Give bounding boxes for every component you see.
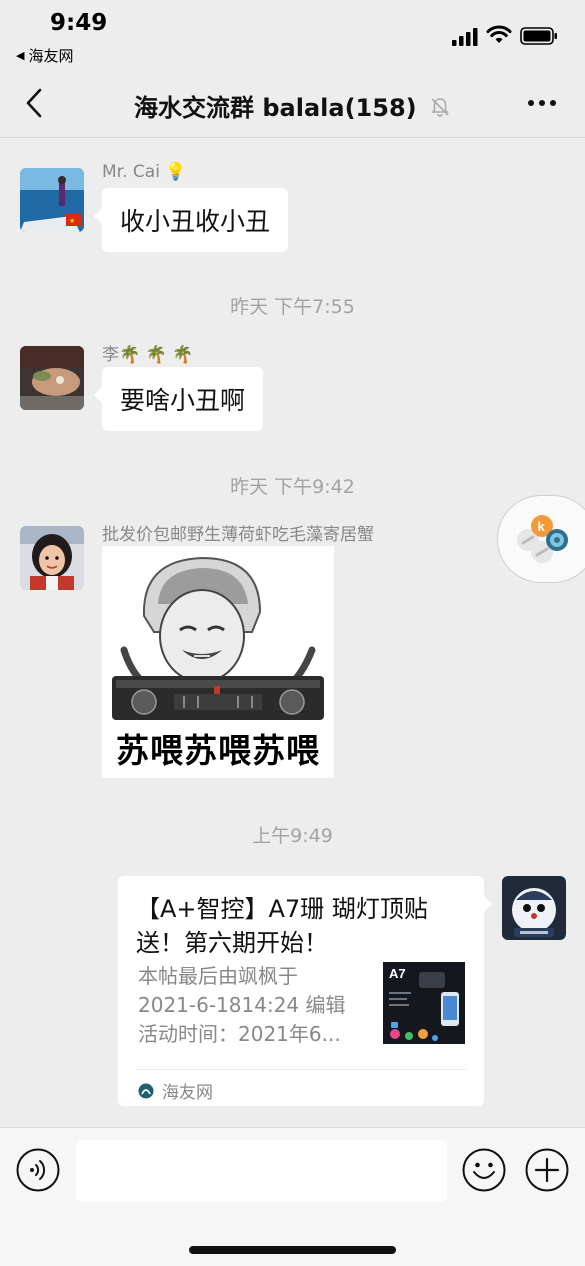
chat-title: 海水交流群 balala(158) xyxy=(134,94,417,122)
sender-name: 批发价包邮野生薄荷虾吃毛藻寄居蟹 xyxy=(102,525,374,545)
avatar-cartoon-image xyxy=(502,876,566,940)
back-triangle-icon: ◀ xyxy=(16,49,25,62)
card-source: 海友网 xyxy=(138,1078,213,1103)
emoji-icon[interactable] xyxy=(462,1148,506,1192)
chat-header: 海水交流群 balala(158) xyxy=(0,68,585,138)
svg-text:k: k xyxy=(538,519,546,534)
status-bar: 9:49 ◀ 海友网 xyxy=(0,0,585,68)
chat-input-bar xyxy=(0,1127,585,1266)
voice-icon[interactable] xyxy=(16,1148,60,1192)
card-thumbnail-image: A7 xyxy=(383,962,465,1044)
timestamp: 上午9:49 xyxy=(252,825,333,847)
mute-bell-icon xyxy=(431,98,449,117)
card-desc-line: 2021-6-1814:24 编辑 xyxy=(138,993,346,1017)
plus-icon[interactable] xyxy=(525,1148,569,1192)
message-bubble[interactable]: 收小丑收小丑 xyxy=(93,188,289,252)
card-divider xyxy=(136,1069,466,1070)
chat-title-container: 海水交流群 balala(158) xyxy=(0,88,585,123)
card-description: 本帖最后由飒枫于 2021-6-1814:24 编辑 活动时间：2021年6..… xyxy=(138,962,376,1049)
more-icon[interactable] xyxy=(527,98,557,108)
status-time: 9:49 xyxy=(50,10,108,36)
avatar[interactable] xyxy=(20,526,84,590)
timestamp: 昨天 下午7:55 xyxy=(230,296,355,318)
back-app-label: 海友网 xyxy=(28,47,74,65)
sender-name: Mr. Cai 💡 xyxy=(102,162,187,182)
message-bubble[interactable]: 要啥小丑啊 xyxy=(93,367,264,431)
avatar-child-image xyxy=(20,526,84,590)
dj-meme-sticker-image xyxy=(112,556,324,720)
card-source-label: 海友网 xyxy=(162,1083,213,1103)
wifi-icon xyxy=(486,25,512,43)
svg-text:★: ★ xyxy=(69,217,75,225)
back-to-app-link[interactable]: ◀ 海友网 xyxy=(16,45,73,66)
card-title: 【A+智控】A7珊 瑚灯顶贴送！第六期开始！ xyxy=(136,895,428,957)
shared-link-card[interactable]: 【A+智控】A7珊 瑚灯顶贴送！第六期开始！ 本帖最后由飒枫于 2021-6-1… xyxy=(118,876,492,1106)
card-desc-line: 活动时间：2021年6... xyxy=(138,1022,341,1046)
thumb-label: A7 xyxy=(389,966,406,981)
message-input[interactable] xyxy=(76,1140,447,1202)
avatar[interactable]: ★ xyxy=(20,168,84,232)
avatar-hand-image xyxy=(20,346,84,410)
card-desc-line: 本帖最后由飒枫于 xyxy=(138,964,298,988)
floating-apps-icon: k xyxy=(517,515,568,563)
card-thumbnail: A7 xyxy=(383,962,465,1044)
source-app-icon xyxy=(138,1083,154,1098)
sender-name: 李🌴 🌴 🌴 xyxy=(102,345,194,365)
avatar-sea-boat-image: ★ xyxy=(20,168,84,232)
floating-window-button[interactable]: k xyxy=(497,495,585,583)
home-indicator[interactable] xyxy=(189,1246,396,1254)
avatar[interactable] xyxy=(20,346,84,410)
my-avatar[interactable] xyxy=(502,876,566,940)
timestamp: 昨天 下午9:42 xyxy=(230,476,355,498)
sticker-message[interactable]: 苏喂苏喂苏喂 xyxy=(102,546,334,778)
cellular-signal-icon xyxy=(452,28,478,46)
sticker-caption: 苏喂苏喂苏喂 xyxy=(116,731,320,770)
battery-icon xyxy=(520,27,557,45)
